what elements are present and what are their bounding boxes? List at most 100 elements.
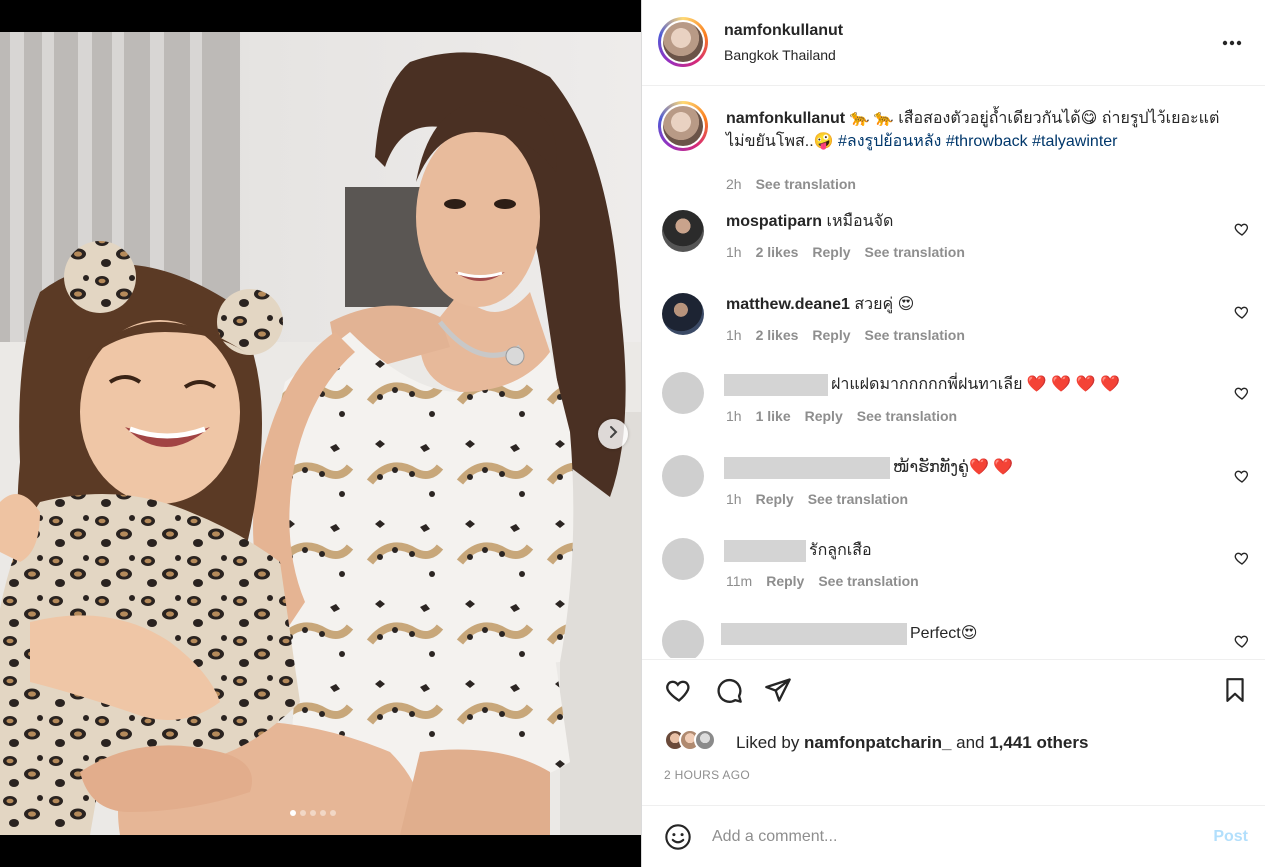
post-photo xyxy=(0,32,641,835)
post-header: namfonkullanut Bangkok Thailand xyxy=(642,0,1265,86)
comment-time: 11m xyxy=(726,573,753,589)
comment-meta: 1h Reply See translation xyxy=(726,491,908,507)
like-comment-button[interactable] xyxy=(1234,550,1250,566)
liker-avatars[interactable] xyxy=(664,729,716,751)
like-comment-button[interactable] xyxy=(1234,221,1250,237)
heart-icon xyxy=(1234,552,1250,570)
post-media xyxy=(0,0,641,867)
more-horizontal-icon xyxy=(1222,33,1242,51)
see-translation-link[interactable]: See translation xyxy=(857,408,957,424)
comment-likes[interactable]: 1 like xyxy=(756,408,791,424)
like-button[interactable] xyxy=(664,677,694,707)
comment-button[interactable] xyxy=(714,677,744,707)
caption-time: 2h xyxy=(726,176,742,192)
commenter-avatar[interactable] xyxy=(662,620,704,658)
author-username[interactable]: namfonkullanut xyxy=(724,22,843,40)
carousel-dot xyxy=(330,810,336,816)
like-comment-button[interactable] xyxy=(1234,468,1250,484)
post-timestamp[interactable]: 2 HOURS AGO xyxy=(664,768,750,782)
reply-button[interactable]: Reply xyxy=(766,573,804,589)
see-translation-link[interactable]: See translation xyxy=(865,244,965,260)
comment-text: matthew.deane1 สวยคู่ 😍 xyxy=(726,293,1226,316)
hashtag[interactable]: #talyawinter xyxy=(1032,133,1117,150)
next-slide-button[interactable] xyxy=(598,419,628,449)
comment-time: 1h xyxy=(726,327,742,343)
caption-username[interactable]: namfonkullanut xyxy=(726,110,845,127)
carousel-dot xyxy=(300,810,306,816)
share-button[interactable] xyxy=(763,677,793,707)
comment-body: เหมือนจัด xyxy=(826,213,894,230)
post-actions: Liked by namfonpatcharin_ and 1,441 othe… xyxy=(642,659,1265,805)
carousel-dot xyxy=(310,810,316,816)
comments-list[interactable]: namfonkullanut 🐆 🐆 เสือสองตัวอยู่ถ้ำเดีย… xyxy=(642,87,1265,658)
reply-button[interactable]: Reply xyxy=(756,491,794,507)
like-comment-button[interactable] xyxy=(1234,385,1250,401)
liked-by-prefix: Liked by xyxy=(736,733,805,752)
comment-input[interactable] xyxy=(712,820,1172,854)
comment-meta: 1h 1 like Reply See translation xyxy=(726,408,957,424)
like-comment-button[interactable] xyxy=(1234,304,1250,320)
commenter-avatar[interactable] xyxy=(662,372,704,414)
comment-meta: 1h 2 likes Reply See translation xyxy=(726,244,965,260)
hashtag[interactable]: #ลงรูปย้อนหลัง xyxy=(838,133,941,150)
commenter-avatar[interactable] xyxy=(662,455,704,497)
comment-bubble-icon xyxy=(715,676,743,709)
bookmark-icon xyxy=(1222,676,1248,709)
carousel-dot xyxy=(290,810,296,816)
like-comment-button[interactable] xyxy=(1234,633,1250,649)
commenter-avatar[interactable] xyxy=(662,538,704,580)
comment-likes[interactable]: 2 likes xyxy=(756,327,799,343)
comment-body: ฝาแฝดมากกกกกพี่ฝนทาเลีย ❤️ ❤️ ❤️ ❤️ xyxy=(831,376,1120,393)
chevron-right-icon xyxy=(606,425,620,444)
commenter-avatar[interactable] xyxy=(662,293,704,335)
comment-likes[interactable]: 2 likes xyxy=(756,244,799,260)
heart-icon xyxy=(1234,635,1250,653)
comment-time: 1h xyxy=(726,408,742,424)
liked-by-count[interactable]: 1,441 others xyxy=(989,733,1088,752)
see-translation-link[interactable]: See translation xyxy=(818,573,918,589)
caption-text: namfonkullanut 🐆 🐆 เสือสองตัวอยู่ถ้ำเดีย… xyxy=(726,107,1236,153)
commenter-username[interactable]: mospatiparn xyxy=(726,213,822,230)
caption-meta: 2h See translation xyxy=(726,176,856,192)
comment-meta: 1h 2 likes Reply See translation xyxy=(726,327,965,343)
comment-body: รักลูกเสือ xyxy=(809,542,872,559)
carousel-dot xyxy=(320,810,326,816)
caption-avatar[interactable] xyxy=(658,101,708,151)
post-location[interactable]: Bangkok Thailand xyxy=(724,47,836,63)
post-comment-button[interactable]: Post xyxy=(1213,828,1248,846)
author-avatar[interactable] xyxy=(658,17,708,67)
comment-text: รักลูกเสือ xyxy=(724,539,1224,562)
hashtag[interactable]: #throwback xyxy=(946,133,1028,150)
liked-by-and: and xyxy=(951,733,990,752)
redacted-username xyxy=(724,539,806,562)
heart-icon xyxy=(665,676,693,709)
comment-text: mospatiparn เหมือนจัด xyxy=(726,210,1226,233)
reply-button[interactable]: Reply xyxy=(812,327,850,343)
comment-body: Perfect😍 xyxy=(910,625,978,642)
comment-time: 1h xyxy=(726,491,742,507)
liked-by-user[interactable]: namfonpatcharin_ xyxy=(804,733,951,752)
comment-meta: 11m Reply See translation xyxy=(726,573,919,589)
heart-icon xyxy=(1234,387,1250,405)
comment-body: สวยคู่ 😍 xyxy=(854,296,915,313)
more-options-button[interactable] xyxy=(1220,30,1244,54)
post-panel: namfonkullanut Bangkok Thailand namfonku… xyxy=(641,0,1265,867)
reply-button[interactable]: Reply xyxy=(812,244,850,260)
paper-plane-icon xyxy=(764,676,792,709)
save-button[interactable] xyxy=(1220,677,1250,707)
comment-body: ໜ້າຮັກທັງຄູ່❤️ ❤️ xyxy=(893,459,1014,476)
heart-icon xyxy=(1234,306,1250,324)
liker-avatar xyxy=(694,729,716,751)
see-translation-link[interactable]: See translation xyxy=(865,327,965,343)
reply-button[interactable]: Reply xyxy=(805,408,843,424)
commenter-avatar[interactable] xyxy=(662,210,704,252)
commenter-username[interactable]: matthew.deane1 xyxy=(726,296,850,313)
see-translation-link[interactable]: See translation xyxy=(808,491,908,507)
carousel-indicator xyxy=(290,810,336,816)
emoji-button[interactable] xyxy=(664,823,692,851)
see-translation-link[interactable]: See translation xyxy=(756,176,856,192)
redacted-username xyxy=(724,373,828,396)
smiley-face-icon xyxy=(664,824,692,855)
add-comment-bar: Post xyxy=(642,805,1265,867)
heart-icon xyxy=(1234,470,1250,488)
